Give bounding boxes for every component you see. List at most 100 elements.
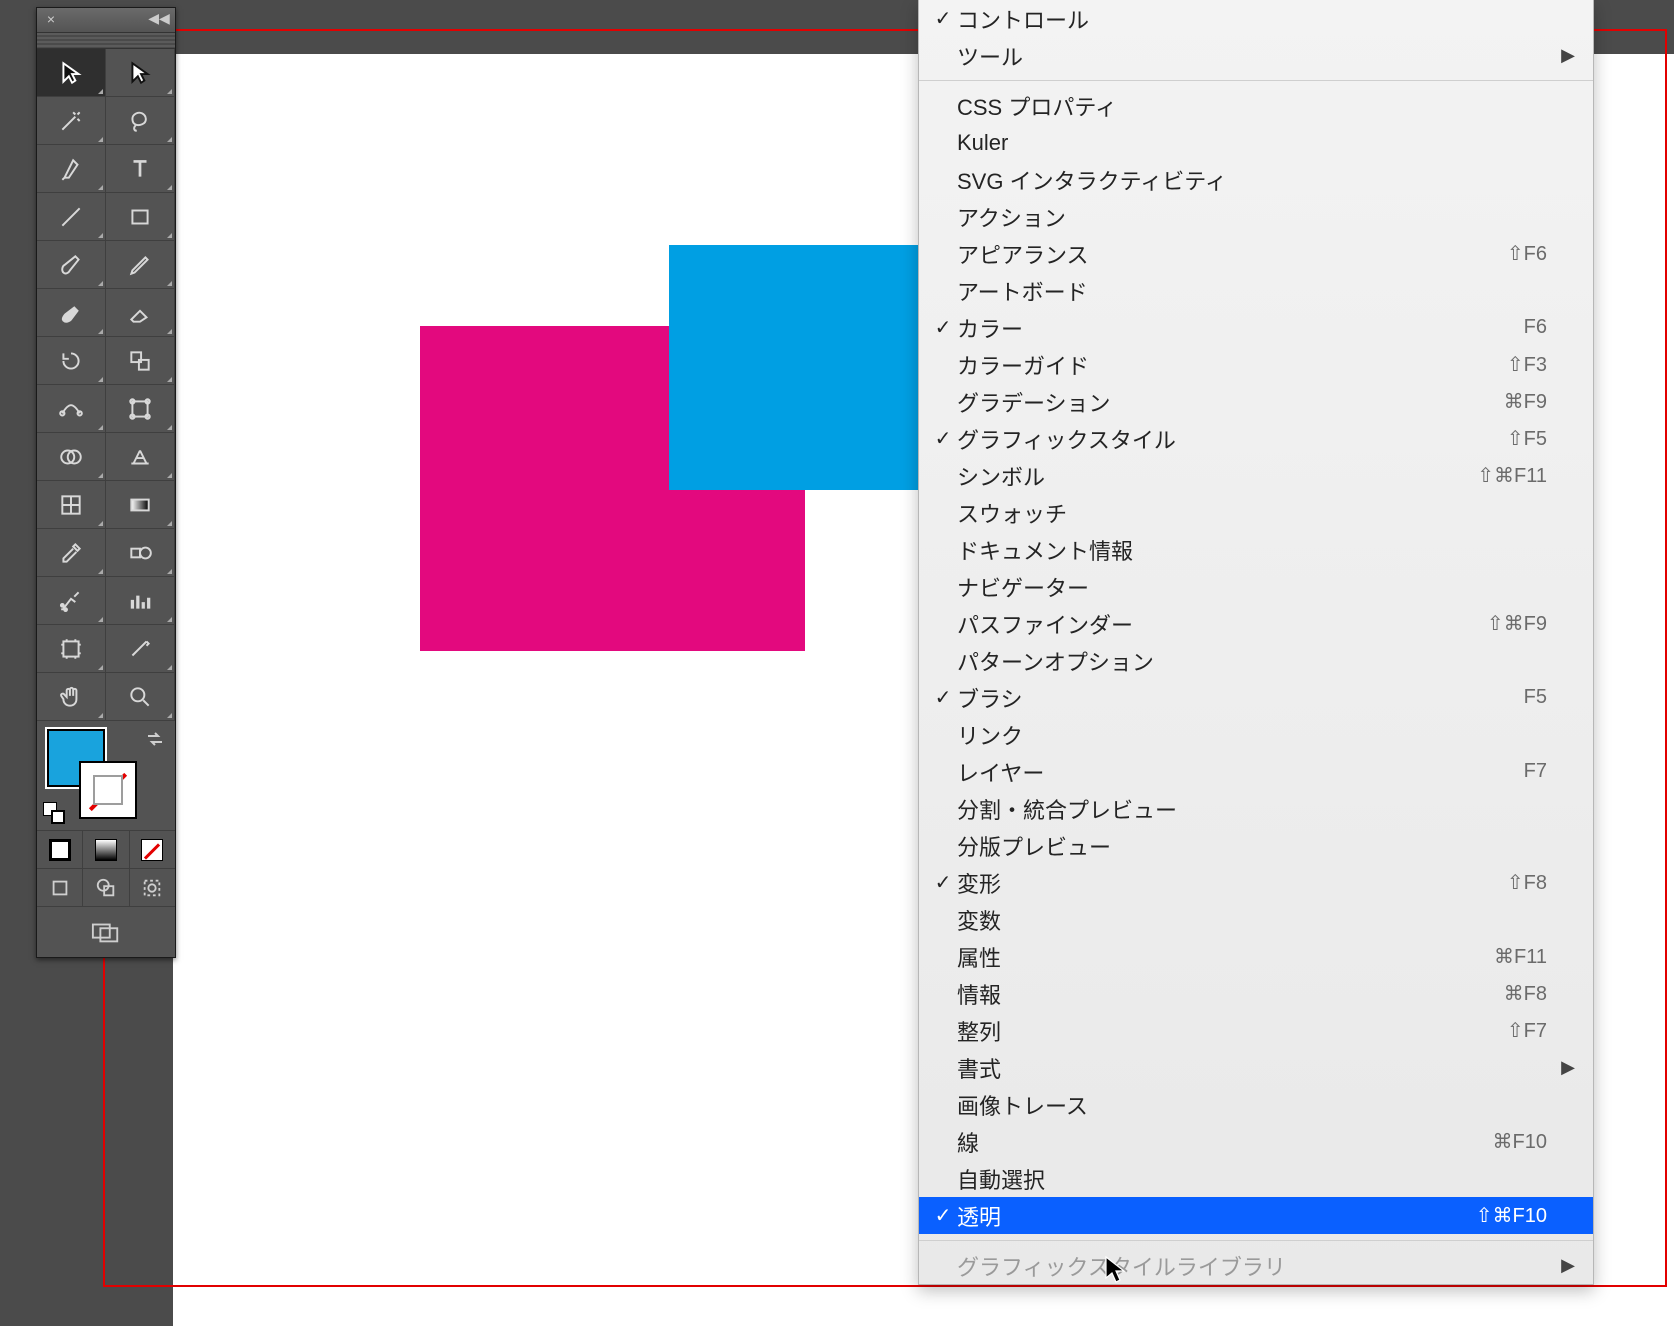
menu-item[interactable]: レイヤーF7 <box>919 753 1593 790</box>
scale-tool[interactable] <box>106 337 175 385</box>
menu-item-label: 線 <box>957 1126 1493 1158</box>
gradient-tool[interactable] <box>106 481 175 529</box>
menu-item-label: グラデーション <box>957 386 1504 418</box>
window-menu: ✓コントロールツール▶CSS プロパティKulerSVG インタラクティビティア… <box>918 0 1594 1285</box>
menu-item[interactable]: ✓カラーF6 <box>919 309 1593 346</box>
paintbrush-tool[interactable] <box>37 241 106 289</box>
draw-inside[interactable] <box>130 869 175 906</box>
menu-item-label: ツール <box>957 40 1547 72</box>
symbol-sprayer-tool[interactable] <box>37 577 106 625</box>
menu-item[interactable]: 画像トレース <box>919 1086 1593 1123</box>
menu-item-label: 分割・統合プレビュー <box>957 793 1547 825</box>
swap-fill-stroke-icon[interactable] <box>143 727 167 751</box>
menu-item-label: SVG インタラクティビティ <box>957 164 1547 196</box>
menu-item[interactable]: 自動選択 <box>919 1160 1593 1197</box>
menu-item[interactable]: アートボード <box>919 272 1593 309</box>
line-segment-tool[interactable] <box>37 193 106 241</box>
width-tool[interactable] <box>37 385 106 433</box>
menu-item[interactable]: 情報⌘F8 <box>919 975 1593 1012</box>
pen-tool[interactable] <box>37 145 106 193</box>
rotate-tool[interactable] <box>37 337 106 385</box>
menu-item[interactable]: 分割・統合プレビュー <box>919 790 1593 827</box>
menu-item-label: リンク <box>957 719 1547 751</box>
shape-builder-tool[interactable] <box>37 433 106 481</box>
menu-item-label: シンボル <box>957 460 1477 492</box>
color-mode-row <box>37 831 175 869</box>
menu-item[interactable]: アピアランス⇧F6 <box>919 235 1593 272</box>
fill-stroke-control <box>37 721 175 831</box>
menu-item[interactable]: パスファインダー⇧⌘F9 <box>919 605 1593 642</box>
menu-item[interactable]: 分版プレビュー <box>919 827 1593 864</box>
color-mode-gradient[interactable] <box>83 831 129 868</box>
menu-item[interactable]: ✓ブラシF5 <box>919 679 1593 716</box>
magic-wand-tool[interactable] <box>37 97 106 145</box>
menu-item-shortcut: F6 <box>1524 316 1547 339</box>
stroke-swatch[interactable] <box>79 761 137 819</box>
menu-item[interactable]: 書式▶ <box>919 1049 1593 1086</box>
menu-item-label: 整列 <box>957 1015 1507 1047</box>
default-fill-stroke-icon[interactable] <box>43 802 65 824</box>
menu-item[interactable]: ツール▶ <box>919 37 1593 74</box>
menu-item[interactable]: ✓変形⇧F8 <box>919 864 1593 901</box>
menu-item[interactable]: パターンオプション <box>919 642 1593 679</box>
selection-tool[interactable] <box>37 49 106 97</box>
menu-item[interactable]: リンク <box>919 716 1593 753</box>
menu-item[interactable]: 属性⌘F11 <box>919 938 1593 975</box>
color-mode-solid[interactable] <box>37 831 83 868</box>
menu-item[interactable]: Kuler <box>919 124 1593 161</box>
menu-item-label: パスファインダー <box>957 608 1487 640</box>
column-graph-tool[interactable] <box>106 577 175 625</box>
artboard-tool[interactable] <box>37 625 106 673</box>
menu-item[interactable]: スウォッチ <box>919 494 1593 531</box>
rectangle-tool[interactable] <box>106 193 175 241</box>
mesh-tool[interactable] <box>37 481 106 529</box>
menu-item[interactable]: 線⌘F10 <box>919 1123 1593 1160</box>
menu-item-label: 分版プレビュー <box>957 830 1547 862</box>
screen-mode-button[interactable] <box>37 907 175 957</box>
color-mode-none[interactable] <box>130 831 175 868</box>
menu-item-shortcut: ⇧⌘F10 <box>1476 1203 1547 1228</box>
blend-tool[interactable] <box>106 529 175 577</box>
menu-item: グラフィックスタイルライブラリ▶ <box>919 1247 1593 1284</box>
menu-item-label: カラー <box>957 312 1524 344</box>
lasso-tool[interactable] <box>106 97 175 145</box>
menu-item-shortcut: ⌘F11 <box>1494 944 1547 969</box>
menu-item[interactable]: ✓コントロール <box>919 0 1593 37</box>
menu-item-label: 変数 <box>957 904 1547 936</box>
menu-item-shortcut: F7 <box>1524 760 1547 783</box>
menu-item[interactable]: CSS プロパティ <box>919 87 1593 124</box>
slice-tool[interactable] <box>106 625 175 673</box>
menu-item[interactable]: アクション <box>919 198 1593 235</box>
menu-item[interactable]: 変数 <box>919 901 1593 938</box>
panel-collapse-button[interactable]: ◀◀ <box>147 11 171 27</box>
draw-normal[interactable] <box>37 869 83 906</box>
menu-item[interactable]: ドキュメント情報 <box>919 531 1593 568</box>
panel-close-button[interactable]: × <box>43 11 59 27</box>
menu-item[interactable]: ナビゲーター <box>919 568 1593 605</box>
menu-item[interactable]: 整列⇧F7 <box>919 1012 1593 1049</box>
menu-item-shortcut: ⇧⌘F9 <box>1487 611 1547 636</box>
hand-tool[interactable] <box>37 673 106 721</box>
blob-brush-tool[interactable] <box>37 289 106 337</box>
panel-grip[interactable] <box>37 33 175 49</box>
draw-behind[interactable] <box>83 869 129 906</box>
menu-item[interactable]: カラーガイド⇧F3 <box>919 346 1593 383</box>
tools-panel-header: × ◀◀ <box>37 8 175 33</box>
free-transform-tool[interactable] <box>106 385 175 433</box>
menu-item-label: 透明 <box>957 1200 1476 1232</box>
pencil-tool[interactable] <box>106 241 175 289</box>
eraser-tool[interactable] <box>106 289 175 337</box>
menu-item[interactable]: シンボル⇧⌘F11 <box>919 457 1593 494</box>
zoom-tool[interactable] <box>106 673 175 721</box>
menu-item[interactable]: グラデーション⌘F9 <box>919 383 1593 420</box>
direct-selection-tool[interactable] <box>106 49 175 97</box>
menu-item-label: 情報 <box>957 978 1504 1010</box>
type-tool[interactable] <box>106 145 175 193</box>
menu-item-shortcut: ⇧F6 <box>1507 241 1547 266</box>
menu-item[interactable]: ✓透明⇧⌘F10 <box>919 1197 1593 1234</box>
menu-item[interactable]: ✓グラフィックスタイル⇧F5 <box>919 420 1593 457</box>
menu-checkmark-icon: ✓ <box>929 426 957 451</box>
eyedropper-tool[interactable] <box>37 529 106 577</box>
menu-item[interactable]: SVG インタラクティビティ <box>919 161 1593 198</box>
perspective-grid-tool[interactable] <box>106 433 175 481</box>
